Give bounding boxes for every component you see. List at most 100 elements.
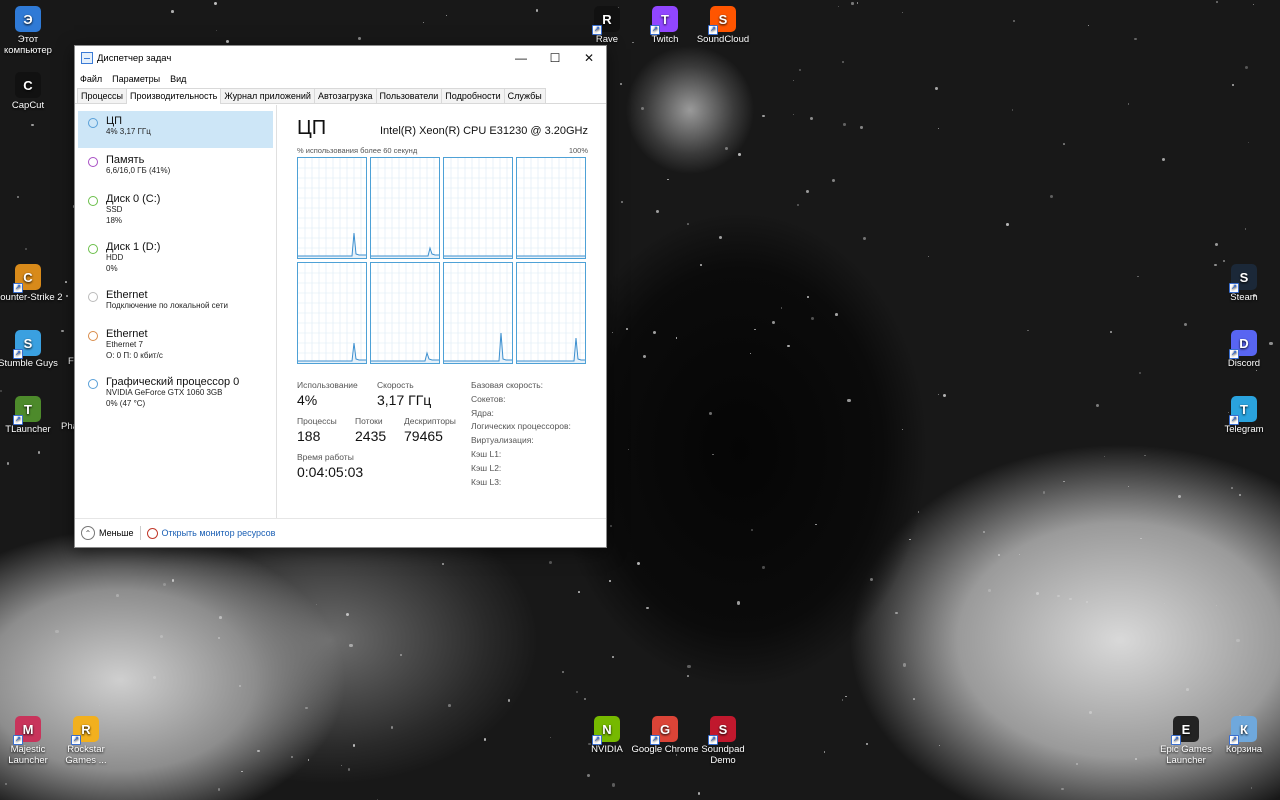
desktop-icon-rockstar[interactable]: R ↗ Rockstar Games ... bbox=[51, 716, 121, 766]
paint-speck bbox=[441, 562, 445, 566]
paint-speck bbox=[116, 594, 120, 597]
resource-item[interactable]: Диск 0 (C:) SSD 18% bbox=[78, 189, 273, 235]
paint-speck bbox=[982, 530, 986, 533]
paint-speck bbox=[55, 629, 59, 634]
paint-speck bbox=[1250, 786, 1253, 789]
epic-icon: E ↗ bbox=[1171, 716, 1199, 745]
cpu-core-graphs bbox=[297, 157, 588, 364]
paint-speck bbox=[1103, 455, 1106, 458]
paint-speck bbox=[834, 313, 838, 316]
tab-services[interactable]: Службы bbox=[503, 88, 546, 103]
paint-speck bbox=[535, 9, 539, 12]
rave-icon: R ↗ bbox=[592, 6, 620, 35]
tab-app-history[interactable]: Журнал приложений bbox=[220, 88, 315, 103]
cpu-property-label: Кэш L1: bbox=[471, 448, 502, 459]
cpu-property-label: Кэш L3: bbox=[471, 476, 502, 487]
paint-speck bbox=[687, 223, 689, 226]
resource-item[interactable]: Диск 1 (D:) HDD 0% bbox=[78, 237, 273, 283]
open-resource-monitor-link[interactable]: Открыть монитор ресурсов bbox=[162, 528, 276, 538]
minimize-button[interactable]: — bbox=[504, 46, 538, 70]
paint-speck bbox=[1215, 242, 1219, 247]
paint-speck bbox=[856, 2, 859, 4]
paint-speck bbox=[1069, 597, 1072, 601]
menu-view[interactable]: Вид bbox=[170, 74, 186, 84]
paint-speck bbox=[942, 393, 946, 397]
resource-item[interactable]: Память 6,6/16,0 ГБ (41%) bbox=[78, 150, 273, 187]
resource-detail: 0% (47 °C) bbox=[106, 398, 146, 408]
desktop-icon-steam[interactable]: S ↗ Steam bbox=[1209, 264, 1279, 303]
monitor-icon: Э bbox=[15, 6, 41, 32]
cpu-property-label: Логических процессоров: bbox=[471, 421, 571, 432]
title-bar[interactable]: Диспетчер задач — ☐ ✕ bbox=[75, 46, 606, 70]
paint-speck bbox=[608, 580, 611, 582]
paint-speck bbox=[1161, 157, 1166, 162]
desktop-icon-tlauncher[interactable]: T ↗ TLauncher bbox=[0, 396, 63, 435]
shortcut-arrow-icon: ↗ bbox=[13, 415, 23, 425]
desktop-icon-cs2[interactable]: C ↗ Counter-Strike 2 bbox=[0, 264, 63, 303]
paint-speck bbox=[1138, 372, 1141, 374]
paint-speck bbox=[349, 644, 353, 648]
paint-speck bbox=[241, 770, 243, 773]
partial-icon-label: F bbox=[68, 356, 74, 367]
tab-details[interactable]: Подробности bbox=[441, 88, 505, 103]
menu-file[interactable]: Файл bbox=[80, 74, 102, 84]
desktop-icon-telegram[interactable]: T ↗ Telegram bbox=[1209, 396, 1279, 435]
resource-item[interactable]: Графический процессор 0 NVIDIA GeForce GT… bbox=[78, 372, 273, 418]
resource-detail: SSD bbox=[106, 205, 123, 214]
paint-speck bbox=[901, 11, 904, 13]
shortcut-arrow-icon: ↗ bbox=[13, 349, 23, 359]
desktop-icon-soundpad[interactable]: S ↗ Soundpad Demo bbox=[688, 716, 758, 766]
shortcut-arrow-icon: ↗ bbox=[650, 25, 660, 35]
stumble-icon: S ↗ bbox=[13, 330, 41, 359]
tab-users[interactable]: Пользователи bbox=[375, 88, 443, 103]
paint-speck bbox=[548, 560, 552, 564]
paint-speck bbox=[1075, 763, 1078, 766]
resource-item[interactable]: ЦП 4% 3,17 ГГц bbox=[78, 111, 273, 148]
divider bbox=[139, 526, 141, 540]
paint-speck bbox=[390, 726, 394, 729]
paint-speck bbox=[162, 582, 166, 586]
paint-speck bbox=[686, 674, 689, 677]
paint-speck bbox=[1062, 142, 1065, 145]
tab-performance[interactable]: Производительность bbox=[126, 88, 222, 104]
chevron-up-icon[interactable]: ⌃ bbox=[81, 526, 95, 540]
paint-speck bbox=[1253, 4, 1255, 6]
shortcut-arrow-icon: ↗ bbox=[592, 25, 602, 35]
paint-speck bbox=[348, 768, 351, 771]
resource-item[interactable]: Ethernet Подключение по локальной сети bbox=[78, 285, 273, 322]
paint-speck bbox=[988, 589, 991, 592]
resource-item[interactable]: Ethernet Ethernet 7 О: 0 П: 0 кбит/с bbox=[78, 324, 273, 370]
paint-speck bbox=[620, 200, 623, 203]
desktop-icon-recycle-bin[interactable]: К ↗ Корзина bbox=[1209, 716, 1279, 755]
paint-speck bbox=[346, 613, 350, 617]
maximize-button[interactable]: ☐ bbox=[538, 46, 572, 70]
tab-startup[interactable]: Автозагрузка bbox=[313, 88, 377, 103]
paint-speck bbox=[217, 636, 221, 640]
resource-text: ЦП 4% 3,17 ГГц bbox=[106, 115, 151, 144]
resource-name: Ethernet bbox=[106, 328, 148, 340]
usage-value: 4% bbox=[297, 392, 318, 408]
tab-processes[interactable]: Процессы bbox=[77, 88, 128, 103]
paint-speck bbox=[1230, 487, 1233, 490]
cpu-property-label: Ядра: bbox=[471, 407, 494, 418]
shortcut-arrow-icon: ↗ bbox=[13, 283, 23, 293]
menu-options[interactable]: Параметры bbox=[112, 74, 160, 84]
desktop-icon-discord[interactable]: D ↗ Discord bbox=[1209, 330, 1279, 369]
paint-speck bbox=[798, 69, 801, 72]
desktop-icon-capcut[interactable]: C CapCut bbox=[0, 72, 63, 111]
paint-speck bbox=[998, 554, 1000, 556]
paint-speck bbox=[1127, 486, 1129, 488]
paint-speck bbox=[796, 203, 799, 206]
desktop-icon-stumble[interactable]: S ↗ Stumble Guys bbox=[0, 330, 63, 369]
desktop-icon-monitor[interactable]: Э Этот компьютер bbox=[0, 6, 63, 56]
shortcut-arrow-icon: ↗ bbox=[13, 735, 23, 745]
paint-speck bbox=[640, 106, 644, 111]
paint-speck bbox=[65, 281, 68, 284]
task-manager-window: Диспетчер задач — ☐ ✕ Файл Параметры Вид… bbox=[74, 45, 607, 548]
paint-speck bbox=[17, 196, 19, 198]
close-button[interactable]: ✕ bbox=[572, 46, 606, 70]
fewer-details-link[interactable]: Меньше bbox=[99, 528, 134, 538]
desktop-icon-soundcloud[interactable]: S ↗ SoundCloud bbox=[688, 6, 758, 45]
resource-list: ЦП 4% 3,17 ГГц Память 6,6/16,0 ГБ (41%) Диск… bbox=[75, 105, 277, 518]
footer: ⌃ Меньше Открыть монитор ресурсов bbox=[75, 518, 606, 547]
